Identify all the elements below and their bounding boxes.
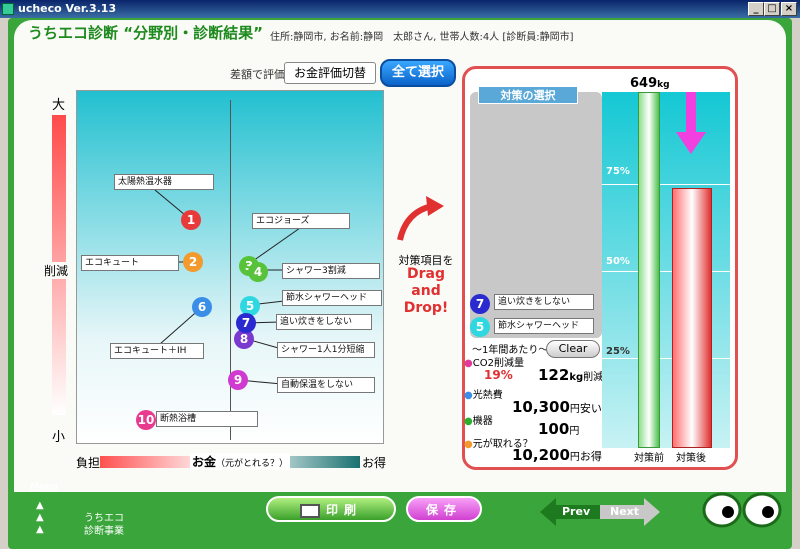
brand-text: うちエコ 診断事業 — [84, 513, 124, 537]
plot-item-9[interactable]: 9 — [228, 370, 248, 390]
save-button[interactable]: 保存 — [406, 496, 482, 522]
plot-item-4[interactable]: 4 — [248, 262, 268, 282]
selected-item-label-7: 追い炊きをしない — [494, 294, 594, 310]
plot-item-10[interactable]: 10 — [136, 410, 156, 430]
menu-arrows-icon[interactable]: ▲ ▲ ▲ — [36, 500, 44, 536]
print-button[interactable]: 印刷 — [266, 496, 396, 522]
plot-label-7: 追い炊きをしない — [276, 314, 372, 330]
gauge-label-25: 25% — [606, 346, 630, 357]
gauge-label-50: 50% — [606, 256, 630, 267]
plot-label-3: エコジョーズ — [252, 213, 350, 229]
prev-button[interactable]: Prev — [562, 505, 590, 518]
heat-cost-label: ●光熱費 — [464, 390, 503, 401]
plot-item-6[interactable]: 6 — [192, 297, 212, 317]
after-label: 対策後 — [676, 453, 706, 464]
plot-label-9: 自動保温をしない — [277, 377, 375, 393]
selected-item-label-5: 節水シャワーヘッド — [494, 318, 594, 334]
plot-label-4: シャワー3割減 — [282, 263, 380, 279]
gauge-label-75: 75% — [606, 166, 630, 177]
gauge-total: 649kg — [630, 76, 670, 91]
menu-button[interactable]: Menu — [30, 482, 58, 492]
plot-label-2: エコキュート — [81, 255, 179, 271]
co2-value: 122kg削減 — [538, 366, 604, 384]
plot-label-5: 節水シャワーヘッド — [282, 290, 382, 306]
drag-drop-text: Drag and Drop! — [403, 266, 449, 316]
co2-label: ●CO2削減量 — [464, 358, 524, 369]
drag-arrow-icon — [397, 196, 444, 241]
bar-before — [638, 92, 660, 448]
plot-label-1: 太陽熱温水器 — [114, 174, 214, 190]
plot-item-2[interactable]: 2 — [183, 252, 203, 272]
payback-value: 10,200円お得 — [512, 446, 602, 464]
plot-label-6: エコキュート＋IH — [110, 343, 204, 359]
x-axis-mid-label: お金（元がとれる？） — [190, 453, 291, 470]
plot-label-8: シャワー1人1分短縮 — [277, 342, 375, 358]
co2-percent: 19% — [484, 368, 513, 382]
frog-mascot-icon — [702, 492, 782, 528]
before-label: 対策前 — [634, 453, 664, 464]
printer-icon — [299, 503, 320, 518]
bar-after — [672, 188, 712, 448]
plot-item-7[interactable]: 7 — [236, 313, 256, 333]
next-button: Next — [610, 505, 640, 518]
gauge-line-75 — [602, 184, 730, 185]
selected-item-circle-5[interactable]: 5 — [470, 317, 490, 337]
device-value: 100円 — [538, 420, 580, 438]
x-axis-right-label: お得 — [362, 456, 387, 470]
clear-button[interactable]: Clear — [546, 340, 600, 358]
plot-label-10: 断熱浴槽 — [156, 411, 258, 427]
reduction-arrow-icon — [676, 92, 706, 154]
x-axis-left-label: 負担 — [76, 456, 101, 470]
heat-cost-value: 10,300円安い — [512, 398, 602, 416]
selected-item-circle-7[interactable]: 7 — [470, 294, 490, 314]
plot-item-1[interactable]: 1 — [181, 210, 201, 230]
device-label: ●機器 — [464, 416, 493, 427]
selection-header: 対策の選択 — [478, 86, 578, 104]
